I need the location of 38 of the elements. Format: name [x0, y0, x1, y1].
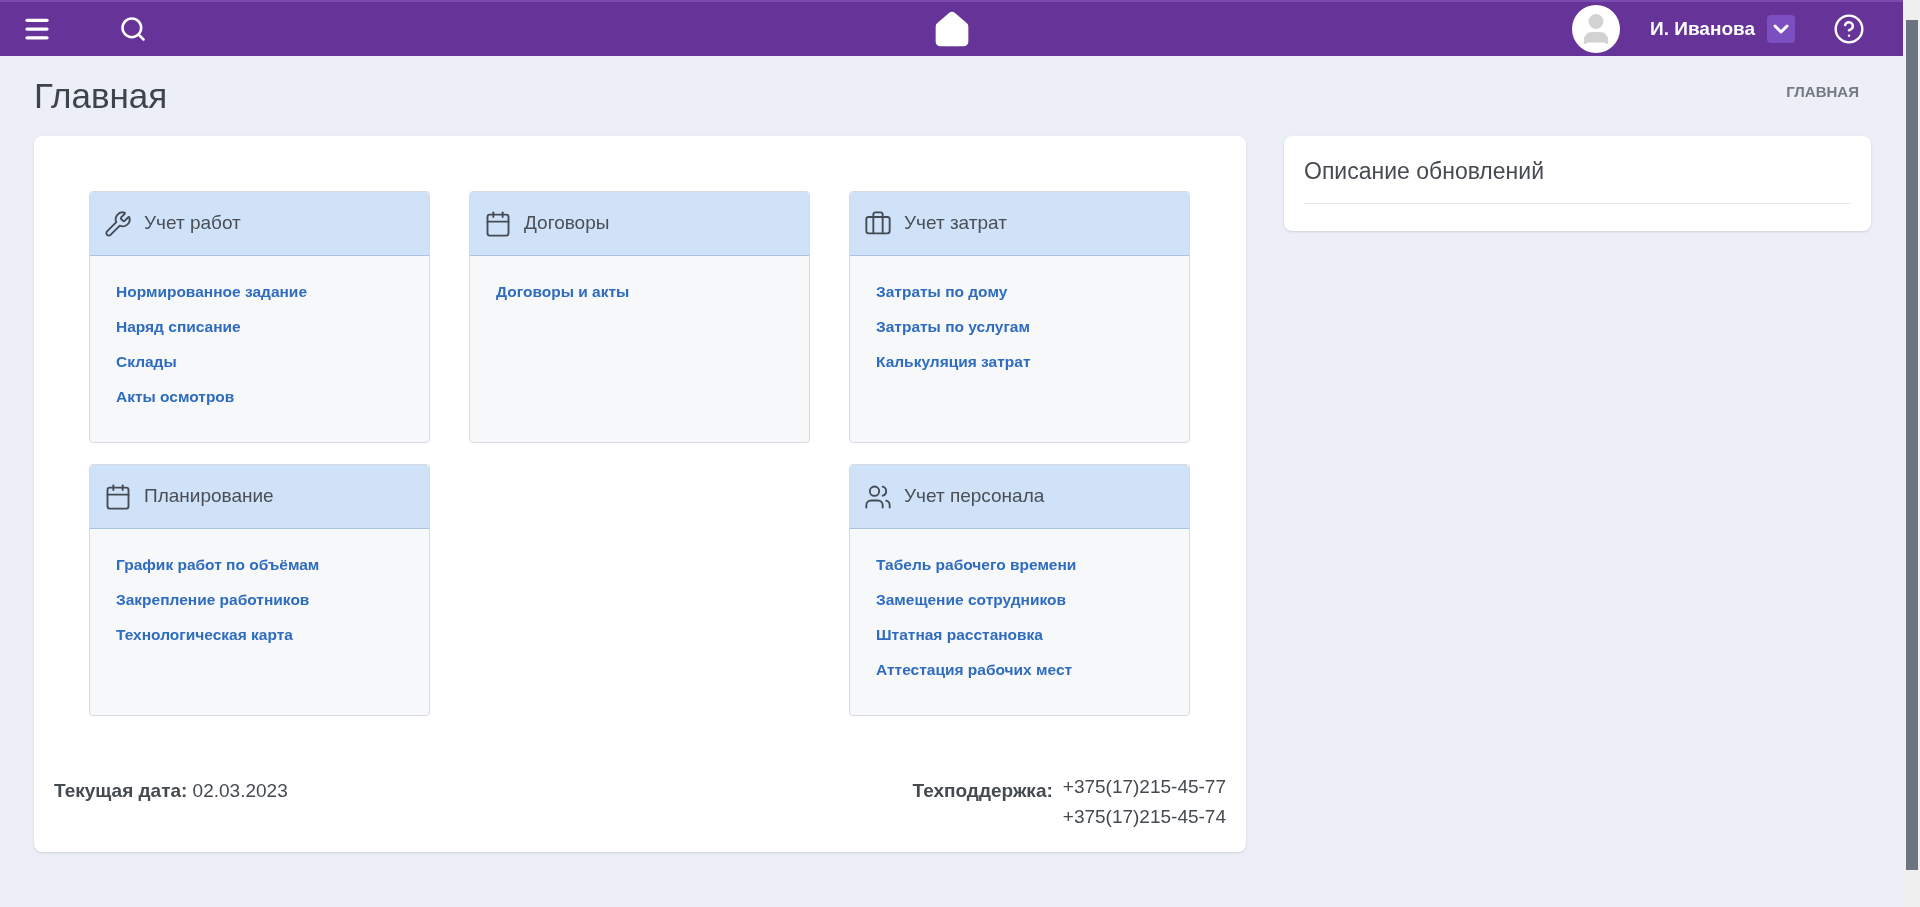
support-label: Техподдержка:	[912, 779, 1053, 803]
search-button[interactable]	[118, 14, 148, 44]
updates-title: Описание обновлений	[1304, 154, 1851, 204]
module-link[interactable]: Наряд списание	[116, 315, 241, 339]
module-link[interactable]: График работ по объёмам	[116, 553, 320, 577]
breadcrumb-link[interactable]: ГЛАВНАЯ	[1786, 80, 1859, 104]
module-link[interactable]: Замещение сотрудников	[876, 588, 1066, 612]
module-link[interactable]: Склады	[116, 350, 177, 374]
module-title: Договоры	[524, 211, 610, 236]
module-link[interactable]: Акты осмотров	[116, 385, 235, 409]
module-link[interactable]: Договоры и акты	[496, 280, 630, 304]
current-date: Текущая дата: 02.03.2023	[54, 779, 288, 803]
module-link[interactable]: Технологическая карта	[116, 623, 293, 647]
help-button[interactable]	[1833, 13, 1865, 45]
calendar-icon	[104, 482, 132, 511]
search-icon	[119, 15, 147, 43]
module-link[interactable]: Калькуляция затрат	[876, 350, 1031, 374]
avatar[interactable]	[1572, 5, 1621, 53]
module-link[interactable]: Затраты по дому	[876, 280, 1008, 304]
scrollbar[interactable]	[1903, 0, 1920, 907]
module-link[interactable]: Нормированное задание	[116, 280, 307, 304]
module-link[interactable]: Штатная расстановка	[876, 623, 1043, 647]
user-name: И. Иванова	[1650, 16, 1755, 41]
user-menu-button[interactable]	[1767, 15, 1795, 43]
wrench-icon	[104, 209, 132, 238]
page-title: Главная	[34, 74, 168, 117]
module-title: Планирование	[144, 484, 274, 509]
support-phone: +375(17)215-45-77	[1062, 775, 1226, 799]
module-link[interactable]: Затраты по услугам	[876, 315, 1030, 339]
help-icon	[1833, 13, 1865, 45]
module-title: Учет персонала	[904, 484, 1045, 509]
module-link[interactable]: Аттестация рабочих мест	[876, 658, 1073, 682]
module-link[interactable]: Табель рабочего времени	[876, 553, 1077, 577]
module-title: Учет работ	[144, 211, 241, 236]
module-title: Учет затрат	[904, 211, 1007, 236]
module-link[interactable]: Закрепление работников	[116, 588, 310, 612]
support-phone: +375(17)215-45-74	[1062, 805, 1226, 829]
calendar-icon	[484, 209, 512, 238]
